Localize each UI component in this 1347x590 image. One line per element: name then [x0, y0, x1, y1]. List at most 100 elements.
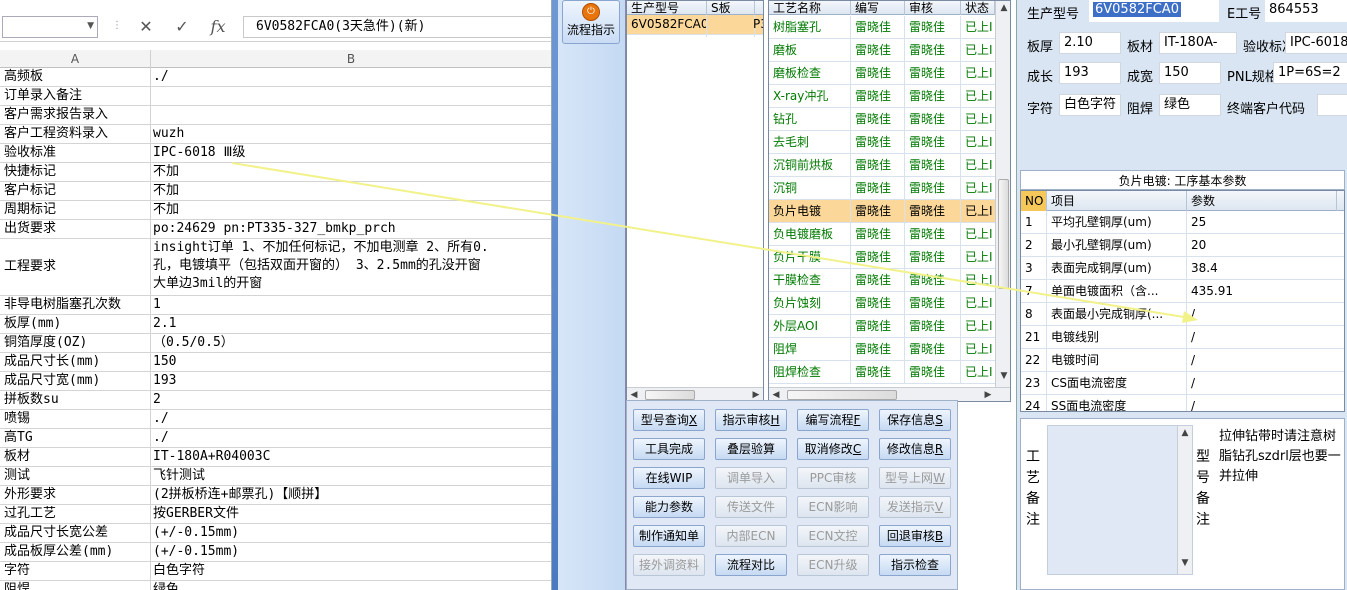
cell-a[interactable]: 出货要求 — [4, 220, 150, 238]
cell-a[interactable]: 客户工程资料录入 — [4, 125, 150, 143]
cell-b[interactable]: wuzh — [153, 125, 551, 143]
name-box[interactable]: ▼ — [2, 16, 98, 38]
action-button[interactable]: 接外调资料 — [633, 554, 705, 576]
action-button[interactable]: 工具完成 — [633, 438, 705, 460]
action-button[interactable]: 修改信息R — [879, 438, 951, 460]
cell-b[interactable]: 150 — [153, 353, 551, 371]
process-row[interactable]: 负片干膜 雷晓佳 雷晓佳 已上I — [769, 246, 995, 269]
param-row[interactable]: 3 表面完成铜厚(um) 38.4 — [1021, 257, 1344, 280]
width-field[interactable]: 150 — [1159, 62, 1221, 84]
cell-a[interactable]: 非导电树脂塞孔次数 — [4, 296, 150, 314]
column-header-a[interactable]: A — [0, 50, 151, 68]
cell-a[interactable]: 阻焊 — [4, 581, 150, 590]
param-row[interactable]: 2 最小孔壁铜厚(um) 20 — [1021, 234, 1344, 257]
scroll-thumb[interactable] — [787, 390, 897, 400]
scroll-right-icon[interactable]: ▶ — [981, 390, 995, 400]
cell-a[interactable]: 板材 — [4, 448, 150, 466]
cell-b[interactable]: 不加 — [153, 182, 551, 200]
eno-field[interactable]: 864553 — [1265, 0, 1347, 22]
scroll-left-icon[interactable]: ◀ — [769, 390, 783, 400]
cell-a[interactable]: 工程要求 — [4, 258, 150, 276]
param-row[interactable]: 23 CS面电流密度 / — [1021, 372, 1344, 395]
process-header-writer[interactable]: 编写 — [851, 1, 905, 15]
action-button[interactable]: 保存信息S — [879, 409, 951, 431]
flow-indicator-button[interactable]: ⏻ 流程指示 — [562, 0, 620, 44]
cell-b[interactable]: (+/-0.15mm) — [153, 543, 551, 561]
scroll-thumb[interactable] — [998, 179, 1009, 289]
cell-a[interactable]: 喷锡 — [4, 410, 150, 428]
cell-b[interactable]: 按GERBER文件 — [153, 505, 551, 523]
cell-a[interactable]: 成品尺寸宽(mm) — [4, 372, 150, 390]
cell-b[interactable]: (+/-0.15mm) — [153, 524, 551, 542]
param-row[interactable]: 7 单面电镀面积（含... 435.91 — [1021, 280, 1344, 303]
thickness-field[interactable]: 2.10 — [1059, 32, 1121, 54]
process-row[interactable]: 钻孔 雷晓佳 雷晓佳 已上I — [769, 108, 995, 131]
process-row[interactable]: 磨板 雷晓佳 雷晓佳 已上I — [769, 39, 995, 62]
scroll-right-icon[interactable]: ▶ — [749, 390, 763, 400]
scroll-up-icon[interactable]: ▲ — [1178, 428, 1192, 438]
param-row[interactable]: 21 电镀线别 / — [1021, 326, 1344, 349]
scroll-down-icon[interactable]: ▼ — [997, 371, 1010, 381]
scroll-down-icon[interactable]: ▼ — [1178, 558, 1192, 568]
param-row[interactable]: 24 SS面电流密度 / — [1021, 395, 1344, 411]
cell-b[interactable]: 绿色 — [153, 581, 551, 590]
action-button[interactable]: 制作通知单 — [633, 525, 705, 547]
cell-b[interactable]: 193 — [153, 372, 551, 390]
process-remark-scroll[interactable]: ▲ ▼ — [1177, 426, 1192, 574]
action-button[interactable]: 型号上网W — [879, 467, 951, 489]
action-button[interactable]: 内部ECN — [715, 525, 787, 547]
process-header-auditor[interactable]: 审核 — [905, 1, 961, 15]
params-header-value[interactable]: 参数 — [1187, 191, 1337, 211]
process-row[interactable]: 负片电镀 雷晓佳 雷晓佳 已上I — [769, 200, 995, 223]
cell-a[interactable]: 拼板数su — [4, 391, 150, 409]
model-grid-row[interactable]: 6V0582FCA0 P3 — [627, 15, 763, 37]
soldermask-field[interactable]: 绿色 — [1159, 94, 1221, 116]
cell-b[interactable]: 不加 — [153, 201, 551, 219]
action-button[interactable]: PPC审核 — [797, 467, 869, 489]
action-button[interactable]: 编写流程F — [797, 409, 869, 431]
cell-a[interactable]: 验收标准 — [4, 144, 150, 162]
scroll-left-icon[interactable]: ◀ — [627, 390, 641, 400]
cell-a[interactable]: 过孔工艺 — [4, 505, 150, 523]
material-field[interactable]: IT-180A- — [1159, 32, 1237, 54]
param-row[interactable]: 8 表面最小完成铜厚(... / — [1021, 303, 1344, 326]
action-button[interactable]: 流程对比 — [715, 554, 787, 576]
cell-b[interactable]: insight订单 1、不加任何标记，不加电测章 2、所有0. 孔，电镀填平（包… — [153, 239, 551, 293]
action-button[interactable]: 回退审核B — [879, 525, 951, 547]
action-button[interactable]: 指示审核H — [715, 409, 787, 431]
check-icon[interactable]: ✓ — [170, 16, 194, 38]
action-button[interactable]: ECN文控 — [797, 525, 869, 547]
model-field[interactable]: 6V0582FCA0 — [1089, 0, 1219, 22]
cell-b[interactable]: ./ — [153, 410, 551, 428]
cell-a[interactable]: 铜箔厚度(OZ) — [4, 334, 150, 352]
scroll-thumb[interactable] — [645, 390, 695, 400]
action-button[interactable]: ECN升级 — [797, 554, 869, 576]
cell-b[interactable]: ./ — [153, 429, 551, 447]
process-row[interactable]: X-ray冲孔 雷晓佳 雷晓佳 已上I — [769, 85, 995, 108]
param-row[interactable]: 22 电镀时间 / — [1021, 349, 1344, 372]
process-row[interactable]: 阻焊 雷晓佳 雷晓佳 已上I — [769, 338, 995, 361]
length-field[interactable]: 193 — [1059, 62, 1121, 84]
process-row[interactable]: 阻焊检查 雷晓佳 雷晓佳 已上I — [769, 361, 995, 384]
pnl-field[interactable]: 1P=6S=2 — [1273, 62, 1347, 84]
process-row[interactable]: 负电镀磨板 雷晓佳 雷晓佳 已上I — [769, 223, 995, 246]
cell-a[interactable]: 字符 — [4, 562, 150, 580]
formula-input[interactable]: 6V0582FCA0(3天急件)(新) — [243, 16, 551, 38]
params-header-no[interactable]: NO — [1021, 191, 1047, 211]
cell-a[interactable]: 测试 — [4, 467, 150, 485]
action-button[interactable]: 能力参数 — [633, 496, 705, 518]
cell-a[interactable]: 快捷标记 — [4, 163, 150, 181]
cancel-icon[interactable]: ✕ — [134, 16, 158, 38]
cell-b[interactable]: 2 — [153, 391, 551, 409]
acceptance-field[interactable]: IPC-6018 — [1285, 32, 1347, 54]
cell-b[interactable]: 1 — [153, 296, 551, 314]
scroll-up-icon[interactable]: ▲ — [997, 3, 1010, 13]
cell-b[interactable]: po:24629 pn:PT335-327_bmkp_prch — [153, 220, 551, 238]
cell-a[interactable]: 成品板厚公差(mm) — [4, 543, 150, 561]
process-row[interactable]: 外层AOI 雷晓佳 雷晓佳 已上I — [769, 315, 995, 338]
cell-a[interactable]: 订单录入备注 — [4, 87, 150, 105]
process-header-name[interactable]: 工艺名称 — [769, 1, 851, 15]
process-row[interactable]: 负片蚀刻 雷晓佳 雷晓佳 已上I — [769, 292, 995, 315]
cell-a[interactable]: 周期标记 — [4, 201, 150, 219]
process-grid-vscroll[interactable]: ▲ ▼ — [995, 1, 1010, 387]
